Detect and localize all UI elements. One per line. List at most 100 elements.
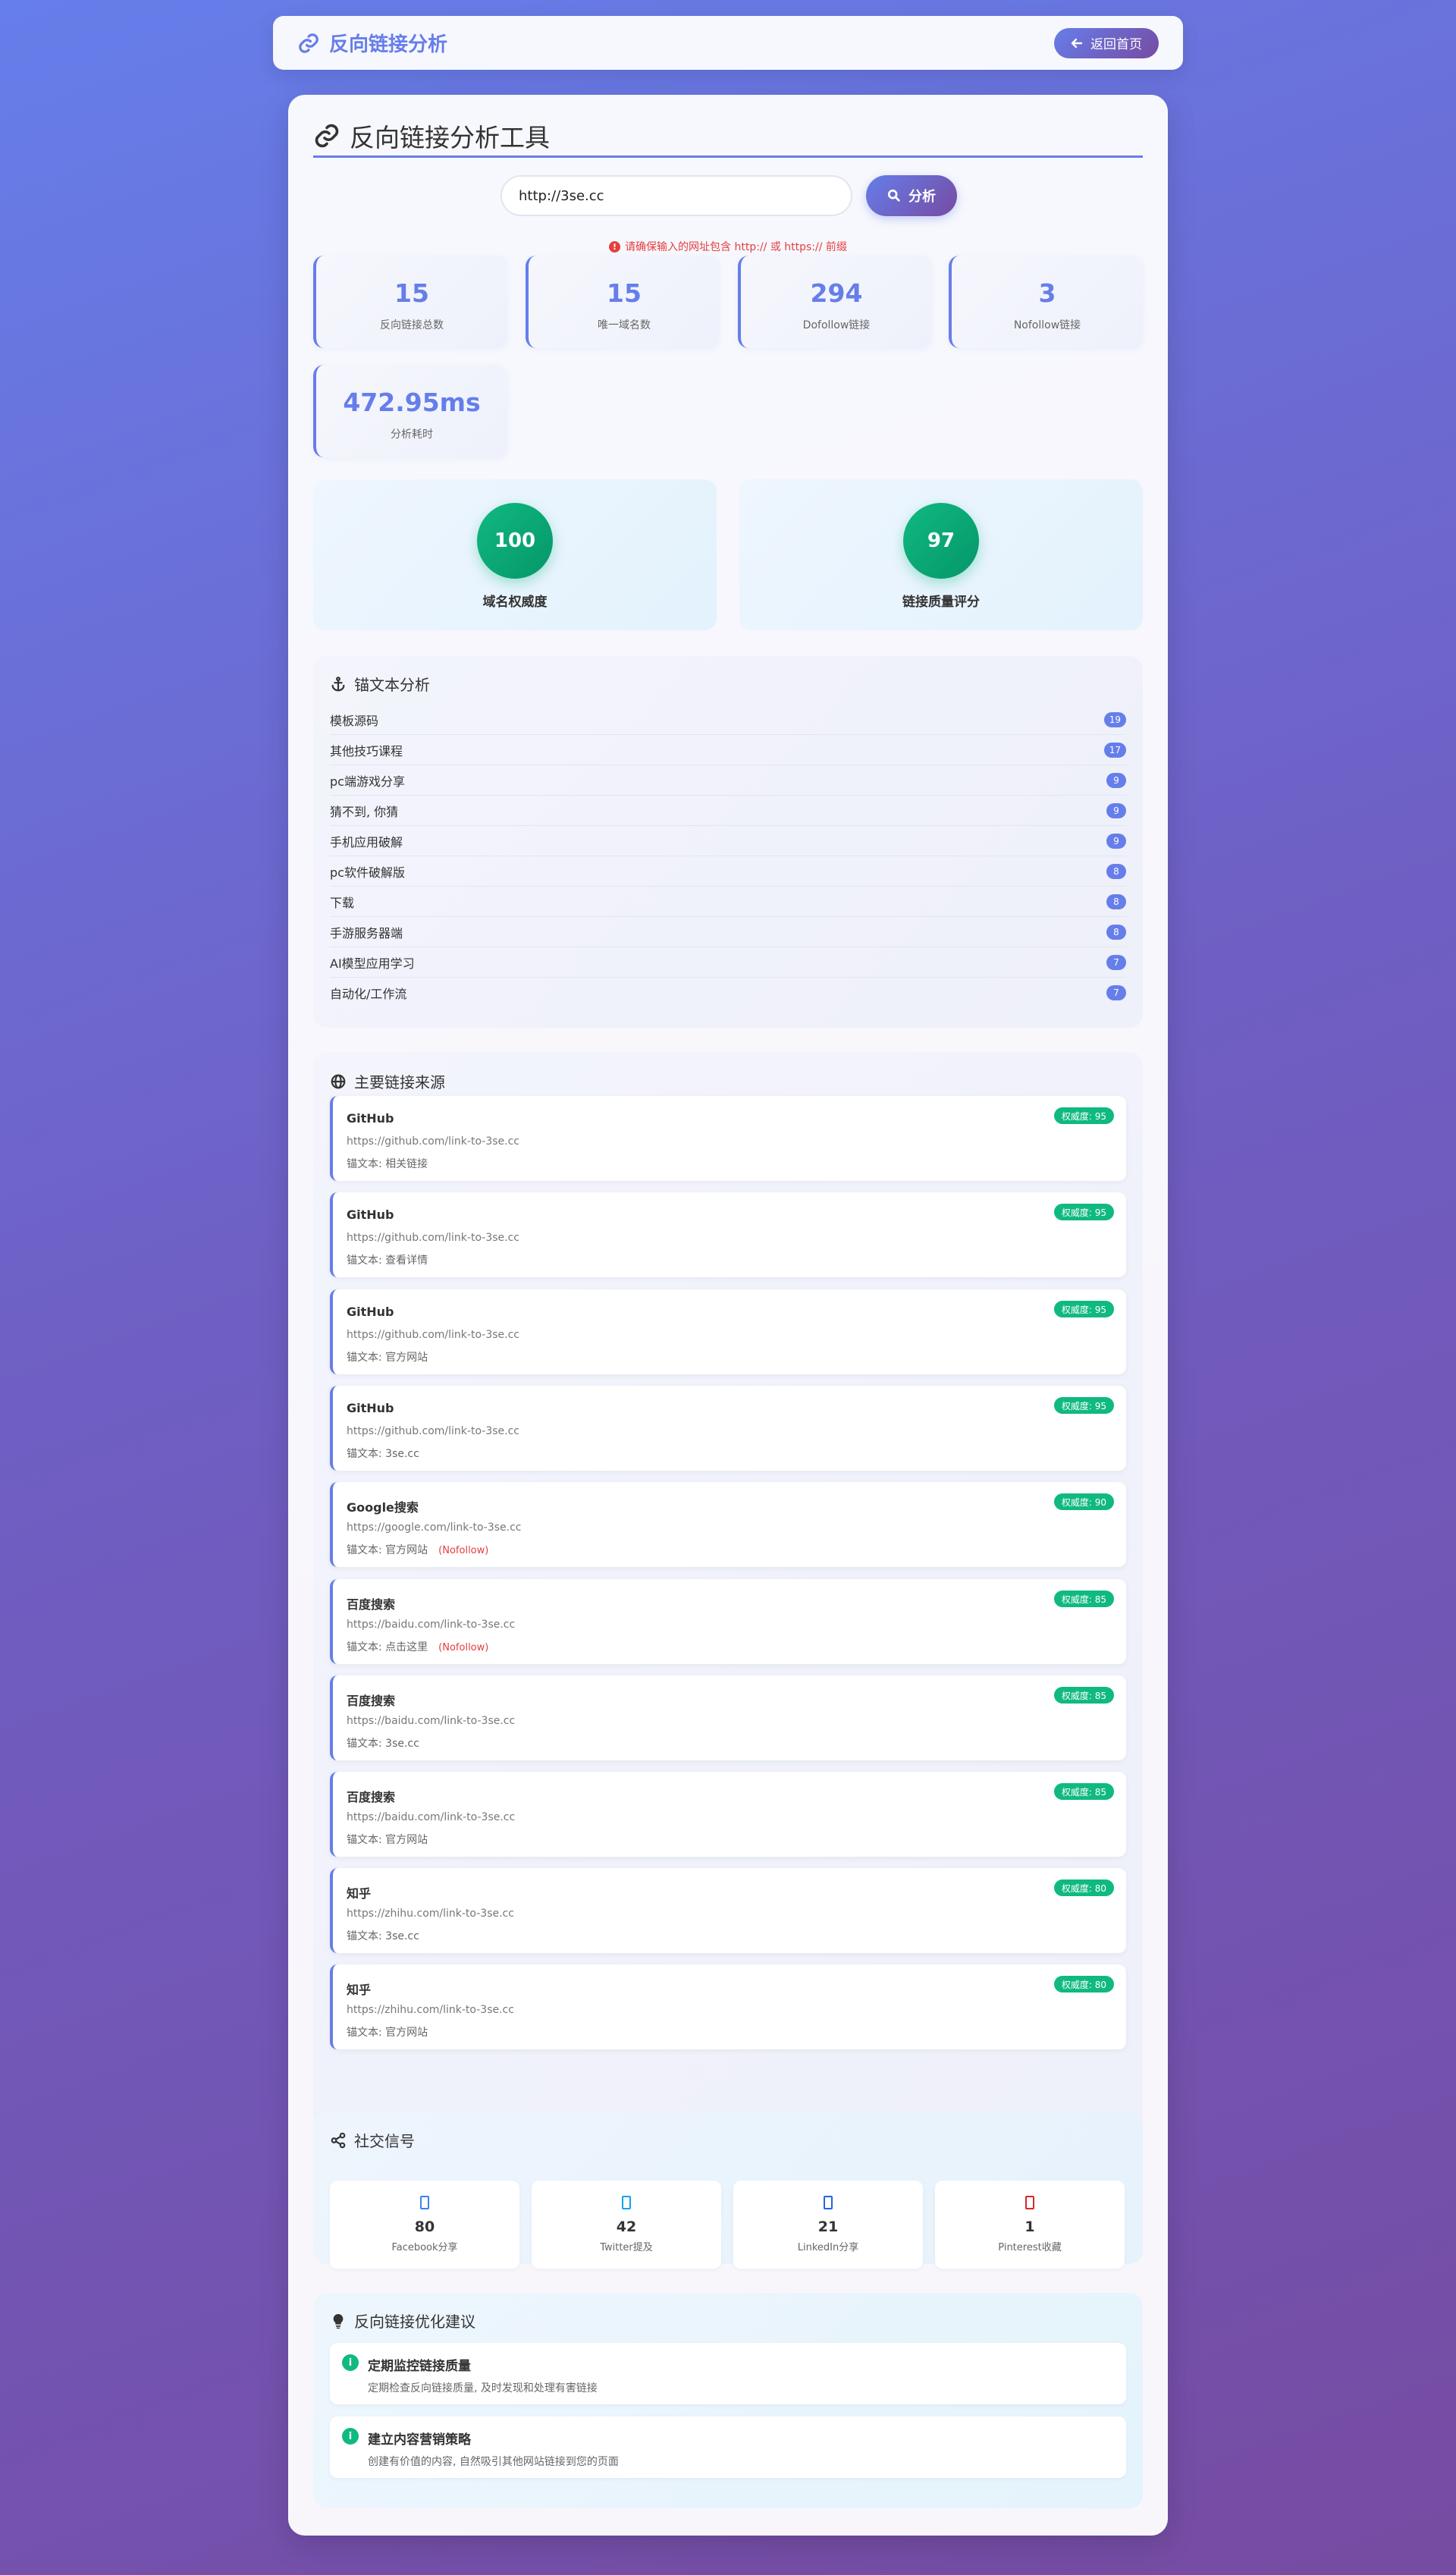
source-anchor-text: 锚文本: 3se.cc	[347, 1738, 419, 1750]
source-name: 知乎	[347, 1886, 372, 1901]
recommendation-desc: 定期检查反向链接质量, 及时发现和处理有害链接	[368, 2382, 598, 2394]
source-anchor: 锚文本: 查看详情	[347, 1252, 428, 1267]
source-name: 百度搜索	[347, 1790, 396, 1804]
top-header: 反向链接分析 返回首页	[273, 16, 1183, 70]
source-anchor-text: 锚文本: 相关链接	[347, 1158, 428, 1170]
anchor-count-badge: 8	[1106, 863, 1126, 879]
anchor-row: 自动化/工作流 7	[330, 978, 1126, 1008]
social-twitter: 42 Twitter提及	[532, 2181, 721, 2269]
source-anchor-text: 锚文本: 点击这里	[347, 1641, 428, 1653]
link-source-card[interactable]: 知乎 https://zhihu.com/link-to-3se.cc 锚文本:…	[330, 1868, 1126, 1953]
link-source-card[interactable]: Google搜索 https://google.com/link-to-3se.…	[330, 1482, 1126, 1567]
source-url[interactable]: https://baidu.com/link-to-3se.cc	[347, 1811, 515, 1823]
link-source-card[interactable]: GitHub https://github.com/link-to-3se.cc…	[330, 1192, 1126, 1277]
anchor-icon	[331, 676, 345, 691]
anchor-count-badge: 7	[1106, 985, 1126, 1000]
anchor-count-badge: 17	[1103, 742, 1126, 758]
source-url[interactable]: https://google.com/link-to-3se.cc	[347, 1521, 522, 1534]
source-anchor-text: 锚文本: 官方网站	[347, 1834, 428, 1846]
stat-analysis-time: 472.95ms 分析耗时	[313, 365, 507, 457]
page-title: 反向链接分析工具	[313, 116, 1143, 158]
source-name: GitHub	[347, 1401, 394, 1415]
social-pinterest: 1 Pinterest收藏	[935, 2181, 1125, 2269]
info-icon: i	[342, 2354, 359, 2371]
stat-label: Nofollow链接	[1013, 319, 1081, 331]
anchor-text-title-label: 锚文本分析	[354, 676, 430, 694]
stat-unique-domains: 15 唯一域名数	[526, 256, 720, 348]
source-anchor-text: 锚文本: 官方网站	[347, 1352, 428, 1364]
anchor-text: pc软件破解版	[330, 865, 405, 880]
nofollow-tag: (Nofollow)	[438, 1545, 489, 1556]
link-source-card[interactable]: 百度搜索 https://baidu.com/link-to-3se.cc 锚文…	[330, 1772, 1126, 1857]
source-name: GitHub	[347, 1305, 394, 1319]
stat-value: 3	[1038, 278, 1056, 308]
source-anchor: 锚文本: 官方网站	[347, 1349, 428, 1364]
stat-label: 分析耗时	[391, 429, 433, 441]
social-value: 21	[817, 2219, 839, 2235]
main-card: 反向链接分析工具 分析 ! 请确保输入的网址包含 http:// 或 https…	[288, 95, 1168, 2536]
anchor-row: AI模型应用学习 7	[330, 947, 1126, 978]
anchor-row: 其他技巧课程 17	[330, 735, 1126, 765]
link-quality-box: 97 链接质量评分	[739, 479, 1143, 630]
anchor-count-badge: 9	[1106, 833, 1126, 849]
twitter-icon	[622, 2196, 631, 2209]
brand[interactable]: 反向链接分析	[297, 29, 447, 57]
source-name: GitHub	[347, 1111, 394, 1126]
stat-value: 472.95ms	[343, 388, 481, 417]
recommendations-title-label: 反向链接优化建议	[354, 2313, 475, 2331]
stat-value: 15	[394, 278, 429, 308]
analyze-button[interactable]: 分析	[866, 175, 957, 216]
source-anchor: 锚文本: 3se.cc	[347, 1928, 419, 1943]
source-url[interactable]: https://zhihu.com/link-to-3se.cc	[347, 2004, 514, 2016]
link-source-card[interactable]: GitHub https://github.com/link-to-3se.cc…	[330, 1289, 1126, 1374]
source-url[interactable]: https://zhihu.com/link-to-3se.cc	[347, 1908, 514, 1920]
back-home-button[interactable]: 返回首页	[1054, 27, 1159, 58]
source-url[interactable]: https://github.com/link-to-3se.cc	[347, 1329, 519, 1341]
authority-badge: 权威度: 95	[1053, 1397, 1114, 1414]
recommendations-section: 反向链接优化建议 i 定期监控链接质量 定期检查反向链接质量, 及时发现和处理有…	[313, 2293, 1143, 2508]
link-quality-label: 链接质量评分	[902, 595, 980, 610]
social-label: Facebook分享	[391, 2242, 458, 2253]
anchor-text: 模板源码	[330, 713, 379, 728]
source-anchor-text: 锚文本: 官方网站	[347, 2027, 428, 2039]
link-source-card[interactable]: 知乎 https://zhihu.com/link-to-3se.cc 锚文本:…	[330, 1964, 1126, 2049]
info-icon: i	[342, 2428, 359, 2445]
url-input[interactable]	[500, 175, 852, 216]
link-source-card[interactable]: 百度搜索 https://baidu.com/link-to-3se.cc 锚文…	[330, 1675, 1126, 1760]
source-name: 百度搜索	[347, 1694, 396, 1708]
link-source-card[interactable]: 百度搜索 https://baidu.com/link-to-3se.cc 锚文…	[330, 1579, 1126, 1664]
anchor-count-badge: 9	[1106, 802, 1126, 818]
anchor-count-badge: 8	[1106, 924, 1126, 940]
lightbulb-icon	[333, 2313, 344, 2328]
domain-authority-box: 100 域名权威度	[313, 479, 717, 630]
stat-value: 294	[810, 278, 863, 308]
source-name: 百度搜索	[347, 1597, 396, 1612]
social-facebook: 80 Facebook分享	[330, 2181, 519, 2269]
stat-label: Dofollow链接	[802, 319, 871, 331]
anchor-count-badge: 7	[1106, 954, 1126, 970]
link-source-card[interactable]: GitHub https://github.com/link-to-3se.cc…	[330, 1386, 1126, 1471]
stat-value: 15	[607, 278, 642, 308]
anchor-count-badge: 9	[1106, 772, 1126, 788]
social-label: Twitter提及	[600, 2242, 653, 2253]
link-source-card[interactable]: GitHub https://github.com/link-to-3se.cc…	[330, 1096, 1126, 1181]
linkedin-icon	[824, 2196, 833, 2209]
nofollow-tag: (Nofollow)	[438, 1642, 489, 1653]
share-icon	[331, 2132, 346, 2148]
source-url[interactable]: https://baidu.com/link-to-3se.cc	[347, 1619, 515, 1631]
social-value: 42	[616, 2219, 637, 2235]
back-home-label: 返回首页	[1090, 37, 1142, 52]
source-url[interactable]: https://baidu.com/link-to-3se.cc	[347, 1715, 515, 1727]
analyze-label: 分析	[908, 189, 936, 205]
recommendations-title: 反向链接优化建议	[330, 2310, 475, 2332]
authority-badge: 权威度: 80	[1053, 1879, 1114, 1896]
source-url[interactable]: https://github.com/link-to-3se.cc	[347, 1425, 519, 1437]
domain-authority-label: 域名权威度	[482, 595, 548, 610]
source-url[interactable]: https://github.com/link-to-3se.cc	[347, 1232, 519, 1244]
link-icon	[299, 33, 318, 53]
brand-title: 反向链接分析	[329, 33, 448, 56]
warning-icon: !	[609, 240, 621, 253]
source-url[interactable]: https://github.com/link-to-3se.cc	[347, 1135, 519, 1148]
stat-total-backlinks: 15 反向链接总数	[313, 256, 507, 348]
link-sources-title: 主要链接来源	[330, 1070, 445, 1092]
